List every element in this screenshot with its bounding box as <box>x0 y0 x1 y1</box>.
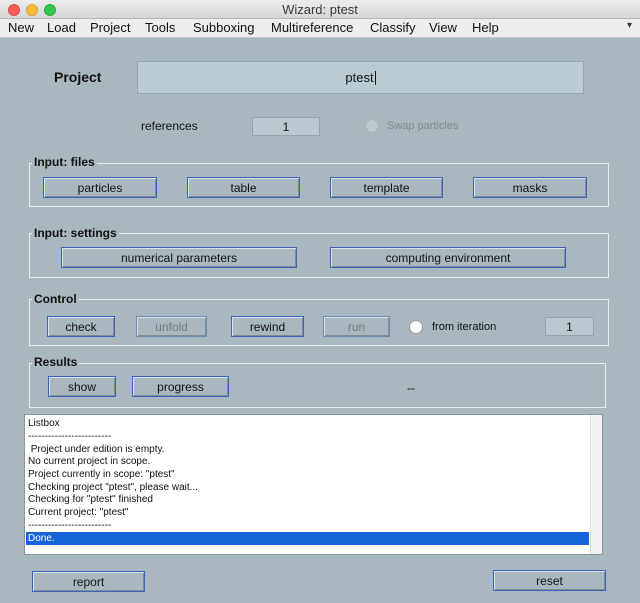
control-group <box>29 299 609 346</box>
log-listbox[interactable]: Listbox ------------------------- Projec… <box>24 414 603 555</box>
listbox-scrollbar[interactable] <box>590 415 602 554</box>
menu-subboxing[interactable]: Subboxing <box>193 20 254 35</box>
menu-load[interactable]: Load <box>47 20 76 35</box>
list-item[interactable]: No current project in scope. <box>28 455 150 468</box>
window-title: Wizard: ptest <box>282 2 358 17</box>
results-status: -- <box>407 381 415 395</box>
menu-view[interactable]: View <box>429 20 457 35</box>
list-item[interactable]: ------------------------- <box>28 430 111 443</box>
particles-button[interactable]: particles <box>43 177 157 198</box>
list-item-selected[interactable]: Done. <box>26 532 589 545</box>
results-title: Results <box>32 355 80 369</box>
menu-overflow-icon[interactable]: ▾ <box>627 20 632 31</box>
input-settings-title: Input: settings <box>32 226 119 240</box>
show-button[interactable]: show <box>48 376 116 397</box>
project-name-input[interactable]: ptest <box>137 61 584 94</box>
from-iteration-radio[interactable] <box>409 320 423 334</box>
reset-button[interactable]: reset <box>493 570 606 591</box>
list-item[interactable]: Current project: "ptest" <box>28 506 128 519</box>
title-bar: Wizard: ptest <box>0 0 640 19</box>
list-item[interactable]: Project currently in scope: "ptest" <box>28 468 175 481</box>
list-item[interactable]: ------------------------- <box>28 519 111 532</box>
numerical-parameters-button[interactable]: numerical parameters <box>61 247 297 268</box>
from-iteration-label: from iteration <box>432 321 497 333</box>
run-button[interactable]: run <box>323 316 390 337</box>
check-button[interactable]: check <box>47 316 115 337</box>
menu-tools[interactable]: Tools <box>145 20 175 35</box>
masks-button[interactable]: masks <box>473 177 587 198</box>
rewind-button[interactable]: rewind <box>231 316 304 337</box>
computing-environment-button[interactable]: computing environment <box>330 247 566 268</box>
menu-classify[interactable]: Classify <box>370 20 416 35</box>
swap-particles-label: Swap particles <box>387 120 459 132</box>
menu-help[interactable]: Help <box>472 20 499 35</box>
template-button[interactable]: template <box>330 177 443 198</box>
references-input[interactable]: 1 <box>252 117 320 136</box>
project-name-value: ptest <box>345 70 374 85</box>
menu-project[interactable]: Project <box>90 20 130 35</box>
table-button[interactable]: table <box>187 177 300 198</box>
input-files-title: Input: files <box>32 155 97 169</box>
menu-multireference[interactable]: Multireference <box>271 20 353 35</box>
project-label: Project <box>54 69 102 85</box>
text-cursor <box>374 70 376 85</box>
references-label: references <box>141 119 198 133</box>
menu-bar: New Load Project Tools Subboxing Multire… <box>0 19 640 38</box>
list-item[interactable]: Listbox <box>28 417 60 430</box>
menu-new[interactable]: New <box>8 20 34 35</box>
control-title: Control <box>32 292 79 306</box>
progress-button[interactable]: progress <box>132 376 229 397</box>
list-item[interactable]: Checking for "ptest" finished <box>28 493 153 506</box>
unfold-button[interactable]: unfold <box>136 316 207 337</box>
report-button[interactable]: report <box>32 571 145 592</box>
swap-particles-radio[interactable] <box>365 119 379 133</box>
iteration-input[interactable]: 1 <box>545 317 594 336</box>
